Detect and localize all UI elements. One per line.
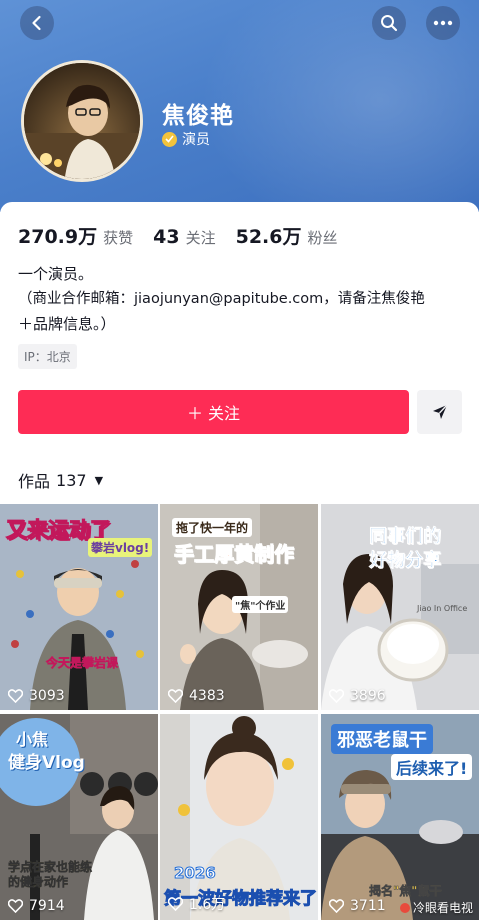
profile-card: 270.9万 获赞 43 关注 52.6万 粉丝 一个演员。 （商业合作邮箱：j… bbox=[0, 202, 479, 920]
heart-icon bbox=[329, 899, 344, 913]
bio: 一个演员。 （商业合作邮箱：jiaojunyan@papitube.com，请备… bbox=[18, 262, 468, 337]
heart-icon bbox=[168, 897, 183, 911]
following-label[interactable]: 关注 bbox=[186, 227, 216, 248]
video-caption-sub: 学点在家也能练的健身动作 bbox=[8, 860, 93, 890]
verify-label: 演员 bbox=[182, 132, 210, 148]
like-count: 1.6万 bbox=[168, 894, 225, 914]
works-count: 137 bbox=[56, 470, 87, 490]
video-caption: 拖了快一年的 bbox=[172, 518, 253, 537]
video-tile[interactable]: 同事们的 好物分享 Jiao In Office 3896 bbox=[321, 504, 479, 710]
like-count: 7914 bbox=[8, 898, 65, 914]
likes-label: 获赞 bbox=[103, 229, 134, 247]
video-caption: 2026 bbox=[174, 864, 217, 883]
video-caption-sub: 后续来了! bbox=[391, 754, 473, 780]
profile-name: 焦俊艳 bbox=[162, 103, 234, 129]
ip-location: IP：北京 bbox=[18, 344, 77, 369]
watermark: 冷眼看电视 bbox=[399, 899, 473, 916]
followers-label[interactable]: 粉丝 bbox=[307, 227, 337, 248]
bio-line: ＋品牌信息。） bbox=[18, 315, 116, 333]
video-tile[interactable]: 邪恶老鼠干 后续来了! 揭名"焦"鼠干 3711 冷眼看电视 bbox=[321, 714, 479, 920]
like-count-value: 3896 bbox=[350, 688, 386, 704]
back-button[interactable] bbox=[20, 6, 54, 40]
watermark-logo-icon bbox=[399, 902, 410, 913]
heart-icon bbox=[8, 689, 23, 703]
like-count-value: 4383 bbox=[189, 688, 225, 704]
like-count: 4383 bbox=[168, 688, 225, 704]
followers-count[interactable]: 52.6万 bbox=[236, 222, 302, 249]
video-caption-sub: "焦"个作业 bbox=[232, 596, 289, 613]
bio-line: 一个演员。 bbox=[18, 265, 94, 283]
video-tile[interactable]: 又来运动了 攀岩vlog! 今天是攀岩课 3093 bbox=[0, 504, 158, 710]
bio-line: （商业合作邮箱：jiaojunyan@papitube.com，请备注焦俊艳 bbox=[18, 291, 425, 307]
video-caption-sub: 今天是攀岩课 bbox=[46, 656, 119, 671]
chevron-left-icon bbox=[32, 15, 41, 31]
video-tile[interactable]: 小焦 健身Vlog 学点在家也能练的健身动作 7914 bbox=[0, 714, 158, 920]
verified-icon bbox=[162, 131, 177, 147]
watermark-text: 冷眼看电视 bbox=[412, 901, 473, 915]
video-caption-sub: 攀岩vlog! bbox=[88, 538, 153, 557]
send-icon bbox=[432, 404, 448, 419]
video-caption-sub: 健身Vlog bbox=[8, 753, 85, 773]
video-tile[interactable]: 拖了快一年的 手工厚黄制作 "焦"个作业 4383 bbox=[160, 504, 318, 710]
follow-button[interactable]: ＋ 关注 bbox=[18, 390, 409, 434]
more-icon bbox=[433, 20, 453, 26]
like-count-value: 3711 bbox=[350, 898, 386, 914]
avatar[interactable] bbox=[21, 60, 143, 182]
video-caption: 小焦 bbox=[16, 730, 49, 749]
search-button[interactable] bbox=[372, 6, 406, 40]
like-count-value: 7914 bbox=[29, 898, 65, 914]
follow-label: ＋ 关注 bbox=[186, 404, 241, 423]
verify-badge: 演员 bbox=[162, 129, 210, 149]
heart-icon bbox=[329, 689, 344, 703]
heart-icon bbox=[8, 899, 23, 913]
video-caption-sub: Jiao In Office bbox=[417, 604, 468, 613]
likes-count: 270.9万 bbox=[18, 226, 98, 248]
works-tab[interactable]: 作品 137 ▼ bbox=[18, 468, 103, 492]
video-tile[interactable]: 2026 第一波好物推荐来了 1.6万 bbox=[160, 714, 318, 920]
following-count[interactable]: 43 bbox=[153, 226, 179, 248]
profile-stats: 270.9万 获赞 43 关注 52.6万 粉丝 bbox=[18, 222, 358, 249]
share-button[interactable] bbox=[417, 390, 462, 434]
video-caption: 同事们的 bbox=[369, 526, 442, 548]
video-caption-sub: 揭名"焦"鼠干 bbox=[369, 884, 442, 899]
like-count-value: 3093 bbox=[29, 688, 65, 704]
like-count: 3711 bbox=[329, 898, 386, 914]
video-caption-sub: 好物分享 bbox=[369, 550, 442, 572]
caret-down-icon: ▼ bbox=[94, 473, 104, 487]
like-count: 3896 bbox=[329, 688, 386, 704]
works-label: 作品 bbox=[18, 472, 51, 491]
like-count: 3093 bbox=[8, 688, 65, 704]
like-count-value: 1.6万 bbox=[189, 897, 226, 913]
heart-icon bbox=[168, 689, 183, 703]
video-caption-sub: 手工厚黄制作 bbox=[174, 542, 295, 567]
search-icon bbox=[381, 15, 398, 32]
more-button[interactable] bbox=[426, 6, 460, 40]
video-caption: 邪恶老鼠干 bbox=[331, 724, 433, 754]
